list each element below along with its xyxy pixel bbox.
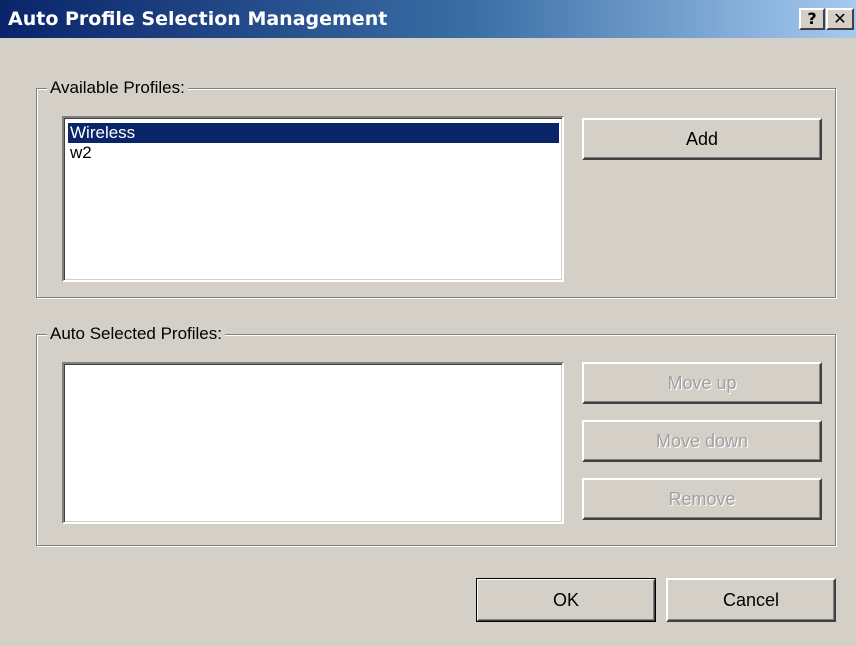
list-item-wireless[interactable]: Wireless	[68, 123, 559, 143]
close-icon: ✕	[833, 9, 847, 28]
auto-selected-profiles-list[interactable]	[62, 362, 564, 524]
close-button[interactable]: ✕	[826, 8, 854, 30]
list-item-w2[interactable]: w2	[68, 143, 92, 163]
remove-button[interactable]: Remove	[582, 478, 822, 520]
help-question-icon: ?	[807, 9, 817, 28]
help-button[interactable]: ?	[799, 8, 825, 30]
available-profiles-list[interactable]: Wireless w2	[62, 116, 564, 282]
move-up-button[interactable]: Move up	[582, 362, 822, 404]
available-profiles-legend: Available Profiles:	[47, 78, 188, 98]
window-title: Auto Profile Selection Management	[8, 8, 388, 30]
move-down-button[interactable]: Move down	[582, 420, 822, 462]
title-bar: Auto Profile Selection Management ? ✕	[0, 0, 856, 38]
add-button[interactable]: Add	[582, 118, 822, 160]
cancel-button[interactable]: Cancel	[666, 578, 836, 622]
auto-selected-profiles-legend: Auto Selected Profiles:	[47, 324, 225, 344]
ok-button[interactable]: OK	[476, 578, 656, 622]
